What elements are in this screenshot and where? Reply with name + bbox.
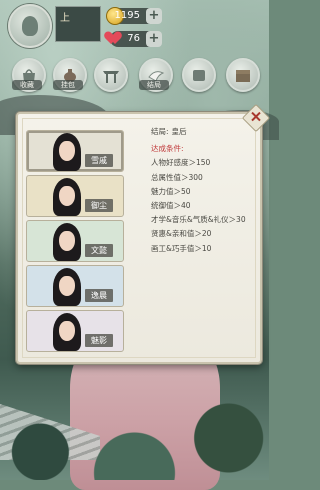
player-name: 上	[60, 13, 70, 24]
ending-value: 皇后	[171, 127, 187, 136]
condition-item: 魅力值＞50	[151, 186, 191, 196]
heart-counter: 76 +	[110, 31, 162, 47]
character-name: 雪戚	[85, 154, 113, 167]
condition-item: 人物好感度＞150	[151, 158, 211, 168]
condition-item: 画工&巧手值＞10	[151, 243, 212, 253]
seal-icon	[193, 70, 205, 81]
nav-chest-button[interactable]	[226, 58, 260, 92]
condition-item: 贤惠&亲和值＞20	[151, 229, 212, 239]
condition-item: 统御值＞40	[151, 201, 191, 211]
nav-bag-label: 收藏	[12, 80, 42, 90]
condition-item: 总属性值＞300	[151, 172, 203, 182]
character-name: 逸晨	[85, 289, 113, 302]
heart-value: 76	[127, 33, 140, 44]
character-name: 文懿	[85, 244, 113, 257]
character-portrait	[49, 133, 85, 171]
add-coins-button[interactable]: +	[146, 8, 162, 24]
add-hearts-button[interactable]: +	[146, 31, 162, 47]
ending-row: 结局: 皇后	[151, 125, 256, 139]
condition-item: 才学&音乐&气质&礼仪＞30	[151, 215, 246, 225]
conditions-title: 达成条件:	[151, 144, 184, 154]
character-portrait	[49, 223, 85, 261]
chest-icon	[236, 70, 250, 82]
character-name: 御尘	[85, 199, 113, 212]
character-portrait	[49, 268, 85, 306]
character-card-1[interactable]: 御尘	[26, 175, 124, 217]
player-title-block: 上	[55, 6, 101, 42]
ending-label: 结局:	[151, 127, 169, 136]
character-card-0[interactable]: 雪戚	[26, 130, 124, 172]
character-card-3[interactable]: 逸晨	[26, 265, 124, 307]
player-avatar[interactable]	[8, 4, 52, 48]
close-icon	[251, 111, 261, 122]
coin-counter: 1195 +	[106, 7, 162, 25]
gate-icon	[103, 71, 119, 83]
nav-pouch-label: 挂包	[53, 80, 83, 90]
heart-icon	[107, 31, 123, 47]
character-card-2[interactable]: 文懿	[26, 220, 124, 262]
character-portrait	[49, 313, 85, 351]
nav-gate-button[interactable]	[94, 58, 128, 92]
ending-detail: 结局: 皇后 达成条件: 人物好感度＞150 总属性值＞300 魅力值＞50 统御…	[151, 125, 256, 256]
ending-dialog: 雪戚 御尘 文懿 逸晨 魅影 结局: 皇后 达成条件: 人物好感度＞150 总属性…	[16, 103, 271, 364]
coin-value: 1195	[114, 10, 140, 21]
character-card-4[interactable]: 魅影	[26, 310, 124, 352]
nav-seal-button[interactable]	[182, 58, 216, 92]
character-portrait	[49, 178, 85, 216]
character-name: 魅影	[85, 334, 113, 347]
nav-ending-label: 结局	[139, 80, 169, 90]
